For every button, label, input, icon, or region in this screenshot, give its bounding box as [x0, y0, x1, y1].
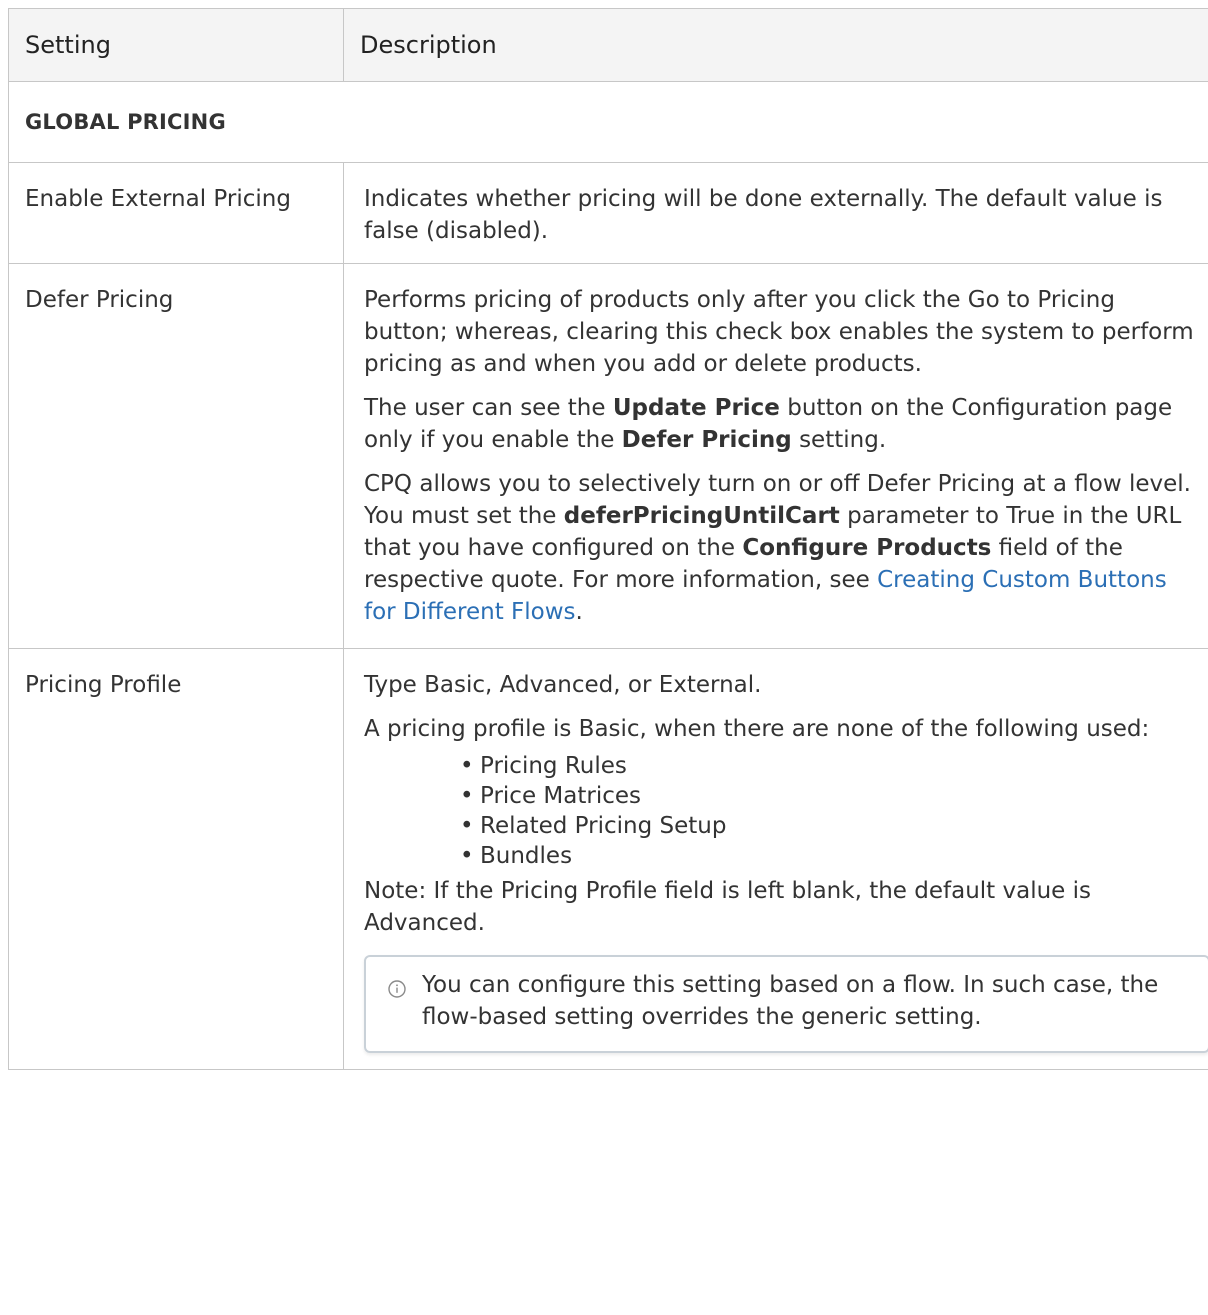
- description-text: A pricing profile is Basic, when there a…: [364, 713, 1204, 745]
- column-header-description: Description: [344, 9, 1208, 82]
- settings-table: Setting Description GLOBAL PRICING Enabl…: [8, 8, 1208, 1070]
- setting-description: Indicates whether pricing will be done e…: [344, 163, 1208, 264]
- description-text: The user can see the Update Price button…: [364, 392, 1204, 456]
- list-item: •Price Matrices: [460, 781, 1204, 811]
- note-text: Note: If the Pricing Profile field is le…: [364, 875, 1204, 939]
- profile-criteria-list: •Pricing Rules •Price Matrices •Related …: [364, 745, 1204, 871]
- bold-term: Update Price: [613, 395, 780, 421]
- list-item: •Pricing Rules: [460, 751, 1204, 781]
- info-callout-text: You can configure this setting based on …: [422, 972, 1158, 1030]
- setting-name: Enable External Pricing: [9, 163, 344, 264]
- setting-description: Type Basic, Advanced, or External. A pri…: [344, 649, 1208, 1070]
- setting-name: Defer Pricing: [9, 264, 344, 649]
- table-row: Defer Pricing Performs pricing of produc…: [9, 264, 1208, 649]
- column-header-setting: Setting: [9, 9, 344, 82]
- setting-name: Pricing Profile: [9, 649, 344, 1070]
- setting-description: Performs pricing of products only after …: [344, 264, 1208, 649]
- description-text: Performs pricing of products only after …: [364, 284, 1204, 380]
- bold-term: deferPricingUntilCart: [564, 503, 840, 529]
- info-icon: [388, 975, 406, 993]
- list-item: •Related Pricing Setup: [460, 811, 1204, 841]
- bold-term: Configure Products: [742, 535, 991, 561]
- list-item: •Bundles: [460, 841, 1204, 871]
- table-header-row: Setting Description: [9, 9, 1208, 82]
- info-callout: You can configure this setting based on …: [364, 955, 1208, 1053]
- table-row: Enable External Pricing Indicates whethe…: [9, 163, 1208, 264]
- section-row: GLOBAL PRICING: [9, 82, 1208, 163]
- description-text: Indicates whether pricing will be done e…: [364, 183, 1204, 247]
- section-title: GLOBAL PRICING: [9, 82, 1208, 163]
- table-row: Pricing Profile Type Basic, Advanced, or…: [9, 649, 1208, 1070]
- bold-term: Defer Pricing: [622, 427, 792, 453]
- description-text: Type Basic, Advanced, or External.: [364, 669, 1204, 701]
- description-text: CPQ allows you to selectively turn on or…: [364, 468, 1204, 628]
